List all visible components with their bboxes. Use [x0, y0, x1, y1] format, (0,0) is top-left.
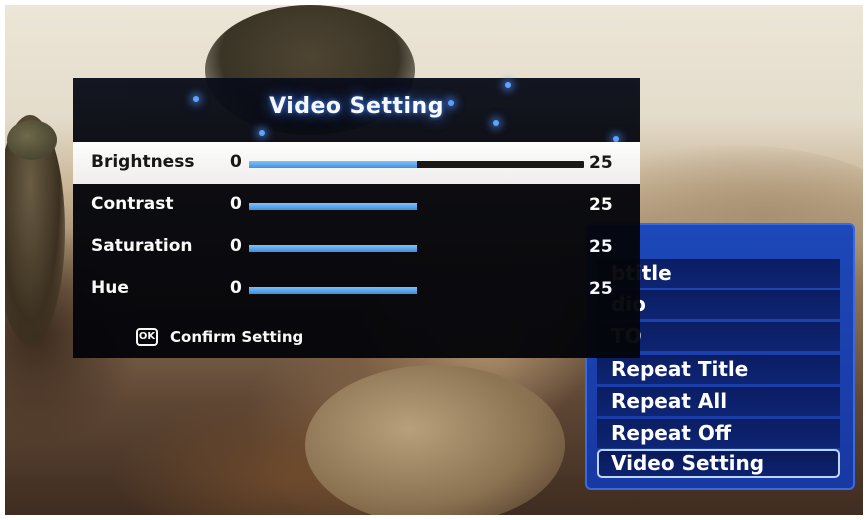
hue-row[interactable]: Hue 0 25 — [73, 268, 640, 310]
contrast-slider[interactable] — [249, 203, 584, 210]
menu-item-video-setting[interactable]: Video Setting — [597, 449, 840, 478]
saturation-row[interactable]: Saturation 0 25 — [73, 226, 640, 268]
menu-item-repeat-off[interactable]: Repeat Off — [597, 419, 840, 448]
confirm-setting[interactable]: OK Confirm Setting — [136, 328, 303, 346]
row-min-value: 0 — [230, 236, 242, 256]
row-max-value: 25 — [589, 153, 613, 173]
row-label: Brightness — [91, 152, 195, 172]
row-min-value: 0 — [230, 194, 242, 214]
row-max-value: 25 — [589, 279, 613, 299]
ok-button-icon: OK — [136, 328, 158, 346]
brightness-row[interactable]: Brightness 0 25 — [73, 142, 640, 184]
row-max-value: 25 — [589, 195, 613, 215]
contrast-row[interactable]: Contrast 0 25 — [73, 184, 640, 226]
sparkle-decoration — [493, 120, 499, 126]
slider-fill — [249, 161, 417, 168]
background-helmet-left — [7, 120, 57, 160]
row-min-value: 0 — [230, 152, 242, 172]
row-max-value: 25 — [589, 237, 613, 257]
hue-slider[interactable] — [249, 287, 584, 294]
slider-fill — [249, 287, 417, 294]
menu-item-repeat-title[interactable]: Repeat Title — [597, 355, 840, 384]
row-label: Hue — [91, 278, 129, 298]
sparkle-decoration — [259, 130, 265, 136]
saturation-slider[interactable] — [249, 245, 584, 252]
row-label: Contrast — [91, 194, 174, 214]
panel-title: Video Setting — [269, 94, 444, 119]
sparkle-decoration — [505, 82, 511, 88]
row-label: Saturation — [91, 236, 193, 256]
background-sack — [305, 365, 565, 515]
slider-fill — [249, 245, 417, 252]
row-min-value: 0 — [230, 278, 242, 298]
confirm-label: Confirm Setting — [170, 328, 304, 346]
video-setting-panel: Video Setting Brightness 0 25 Contrast 0… — [73, 78, 640, 358]
slider-fill — [249, 203, 417, 210]
menu-item-repeat-all[interactable]: Repeat All — [597, 387, 840, 416]
brightness-slider[interactable] — [249, 161, 584, 168]
